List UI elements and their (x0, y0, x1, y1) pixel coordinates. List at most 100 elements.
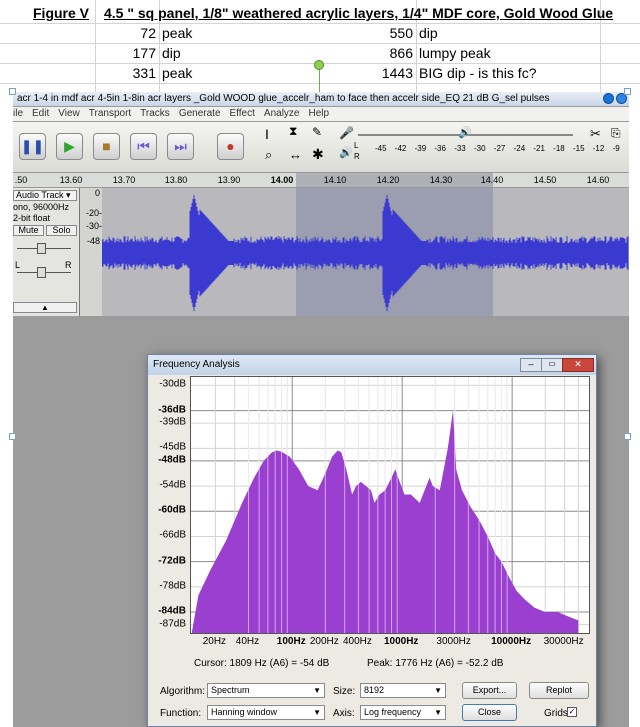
audacity-title-bar: acr 1-4 in mdf acr 4-5in 1-8in acr layer… (13, 92, 629, 106)
solo-button[interactable]: Solo (46, 225, 77, 236)
close-button[interactable]: Close (462, 704, 517, 721)
menu-generate[interactable]: Generate (179, 108, 221, 119)
track-rate: ono, 96000Hz (13, 202, 70, 212)
menu-transport[interactable]: Transport (89, 108, 131, 119)
function-select[interactable]: Hanning window ▼ (207, 705, 325, 720)
spectrum-graph[interactable] (190, 376, 590, 634)
menu-help[interactable]: Help (308, 108, 329, 119)
pan-slider-thumb[interactable] (37, 267, 46, 278)
cell-figure-description[interactable]: 4.5 " sq panel, 1/8" weathered acrylic l… (104, 5, 613, 21)
cell-note[interactable]: peak (162, 65, 192, 81)
ruler-tick: 14.10 (323, 175, 347, 185)
x-tick-label: 40Hz (235, 636, 260, 647)
audacity-toolbar: ❚❚ ▶ ■ ⏮ ⏭ ● I ⧗ ✎ ⌕ ↔ ✱ 🎤 🔊 🔊 L R -45 -… (13, 122, 629, 173)
track-control-panel: Audio Track ▾ ono, 96000Hz 2-bit float M… (13, 188, 102, 316)
menu-view[interactable]: View (58, 108, 80, 119)
multi-tool-icon[interactable]: ✱ (312, 146, 324, 163)
export-button[interactable]: Export... (462, 682, 517, 699)
timeline-ruler[interactable]: .50 13.60 13.70 13.80 13.90 14.00 14.10 … (13, 173, 629, 187)
resize-handle[interactable] (624, 88, 631, 95)
cell-frequency[interactable]: 1443 (330, 65, 413, 81)
restore-icon[interactable]: ▭ (541, 358, 563, 372)
cell-frequency[interactable]: 866 (330, 45, 413, 61)
cell-note[interactable]: BIG dip - is this fc? (419, 65, 536, 81)
y-tick-label: -45dB (159, 441, 186, 453)
cell-frequency[interactable]: 177 (96, 45, 156, 61)
y-tick-label: -66dB (159, 529, 186, 541)
resize-handle[interactable] (624, 433, 631, 440)
play-button[interactable]: ▶ (56, 133, 83, 160)
envelope-tool-icon[interactable]: ⧗ (289, 124, 297, 139)
x-tick-label: 30000Hz (543, 636, 584, 647)
zoom-tool-icon[interactable]: ⌕ (265, 147, 272, 163)
cell-note[interactable]: dip (162, 45, 181, 61)
ruler-tick: 13.60 (59, 175, 83, 185)
cell-note[interactable]: dip (419, 25, 438, 41)
cell-note[interactable]: lumpy peak (419, 45, 491, 61)
close-icon[interactable] (603, 93, 614, 104)
ruler-tick: 14.00 (270, 175, 294, 185)
axis-select[interactable]: Log frequency ▼ (360, 705, 446, 720)
x-tick-label: 1000Hz (383, 636, 419, 647)
close-icon[interactable]: ✕ (562, 358, 594, 372)
x-tick-label: 3000Hz (436, 636, 471, 647)
pause-button[interactable]: ❚❚ (19, 133, 46, 160)
resize-handle[interactable] (9, 433, 16, 440)
waveform-area[interactable] (102, 188, 629, 316)
menu-tracks[interactable]: Tracks (140, 108, 170, 119)
menu-edit[interactable]: Edit (32, 108, 49, 119)
cut-icon[interactable]: ✂ (590, 126, 601, 142)
menu-analyze[interactable]: Analyze (264, 108, 300, 119)
cell-frequency[interactable]: 72 (96, 25, 156, 41)
mute-button[interactable]: Mute (13, 225, 44, 236)
cell-frequency[interactable]: 550 (330, 25, 413, 41)
draw-tool-icon[interactable]: ✎ (312, 125, 322, 139)
resize-handle[interactable] (9, 88, 16, 95)
ruler-tick: 14.40 (480, 175, 504, 185)
collapse-track-icon[interactable]: ▲ (13, 302, 77, 313)
grid-line (0, 43, 640, 44)
copy-icon[interactable]: ⎘ (611, 126, 621, 141)
peak-readout: Peak: 1776 Hz (A6) = -52.2 dB (367, 658, 504, 669)
stop-button[interactable]: ■ (93, 133, 120, 160)
ruler-tick: 13.80 (164, 175, 188, 185)
record-button[interactable]: ● (217, 133, 244, 160)
cell-figure-label[interactable]: Figure V (33, 5, 89, 21)
timeshift-tool-icon[interactable]: ↔ (289, 147, 302, 162)
cell-frequency[interactable]: 331 (96, 65, 156, 81)
skip-start-button[interactable]: ⏮ (130, 133, 157, 160)
x-tick-label: 20Hz (202, 636, 227, 647)
meter-l: L (354, 141, 359, 150)
meter-r: R (354, 152, 360, 161)
frequency-analysis-window: Frequency Analysis – ▭ ✕ -30dB -36dB -39dB… (147, 354, 597, 727)
rotate-handle[interactable] (314, 60, 324, 70)
replot-button[interactable]: Replot (529, 682, 589, 699)
track-name-button[interactable]: Audio Track ▾ (13, 190, 77, 201)
chevron-down-icon: ▼ (313, 708, 321, 717)
algorithm-select[interactable]: Spectrum ▼ (207, 683, 325, 698)
skip-end-button[interactable]: ⏭ (167, 133, 194, 160)
size-select[interactable]: 8192 ▼ (360, 683, 446, 698)
freq-plot-region: -30dB -36dB -39dB -45dB -48dB -54dB -60dB -66dB… (148, 376, 596, 666)
minimize-icon[interactable]: – (520, 358, 542, 372)
function-label: Function: (160, 708, 202, 719)
waveform (102, 188, 629, 316)
ruler-tick: 14.50 (533, 175, 557, 185)
selection-tool-icon[interactable]: I (265, 126, 269, 142)
cell-note[interactable]: peak (162, 25, 192, 41)
gain-slider-thumb[interactable] (37, 243, 46, 254)
y-tick-label: -30dB (159, 378, 186, 390)
pan-label-r: R (65, 260, 72, 270)
chevron-down-icon: ▼ (434, 686, 442, 695)
ruler-tick: 14.30 (429, 175, 453, 185)
ruler-tick: 14.20 (376, 175, 400, 185)
speaker-icon: 🔊 (458, 127, 472, 139)
grids-checkbox[interactable]: ✓ (567, 707, 577, 717)
menu-file[interactable]: ile (13, 108, 23, 119)
cursor-readout: Cursor: 1809 Hz (A6) = -54 dB (194, 658, 330, 669)
menu-effect[interactable]: Effect (230, 108, 255, 119)
spectrum-svg (191, 377, 589, 633)
y-tick-label: -36dB (158, 404, 186, 416)
ruler-tick: 13.90 (217, 175, 241, 185)
grids-label: Grids (544, 708, 568, 719)
